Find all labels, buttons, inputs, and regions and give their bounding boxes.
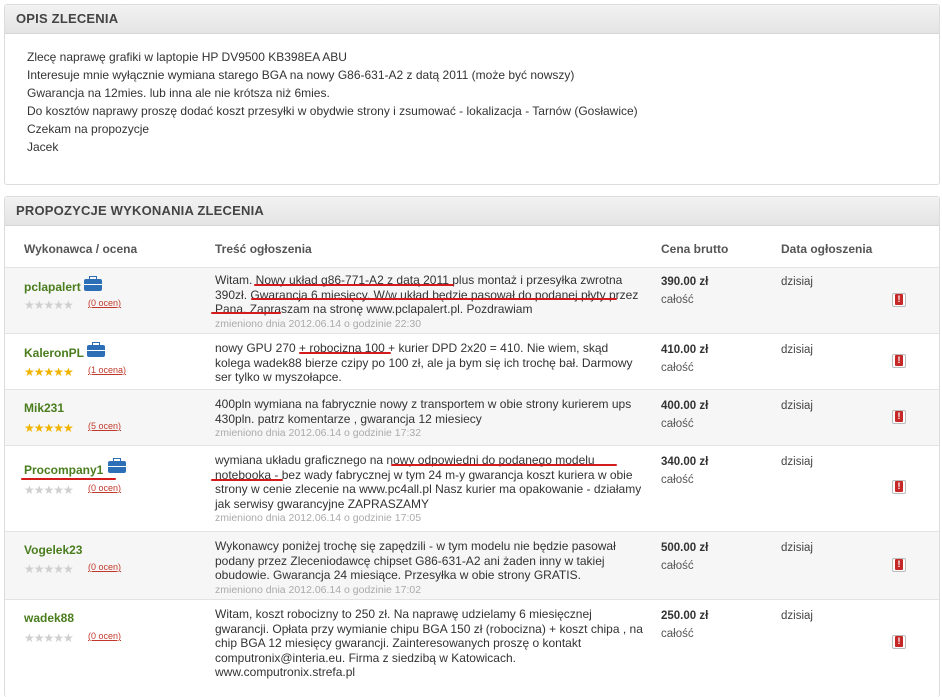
contractor-link[interactable]: Vogelek23	[24, 543, 82, 557]
offer-price: 390.00 zł	[661, 276, 709, 288]
contractor-link[interactable]: Procompany1	[24, 463, 103, 477]
briefcase-icon	[84, 276, 102, 291]
offer-edited: zmieniono dnia 2012.06.14 o godzinie 17:…	[215, 512, 422, 524]
rating-stars: ★★★★★	[24, 483, 74, 497]
report-icon[interactable]	[892, 354, 906, 368]
offer-date: dzisiaj	[781, 276, 813, 288]
rating-stars: ★★★★★	[24, 365, 74, 379]
offer-scope: całość	[661, 418, 694, 430]
header-contractor: Wykonawca / ocena	[24, 242, 138, 256]
offer-text-body: Witam, koszt robocizny to 250 zł. Na nap…	[215, 607, 643, 679]
description-line: Zlecę naprawę grafiki w laptopie HP DV95…	[27, 50, 347, 64]
rating-stars: ★★★★★	[24, 562, 74, 576]
offer-text-body: 400pln wymiana na fabrycznie nowy z tran…	[215, 397, 632, 426]
description-line: Jacek	[27, 140, 59, 154]
offer-scope: całość	[661, 474, 694, 486]
offer-edited: zmieniono dnia 2012.06.14 o godzinie 17:…	[215, 427, 422, 439]
offer-edited: zmieniono dnia 2012.06.14 o godzinie 22:…	[215, 317, 422, 330]
briefcase-icon	[87, 342, 105, 357]
description-line: Czekam na propozycje	[27, 122, 150, 136]
table-row: Vogelek23 ★★★★★ (0 ocen) Wykonawcy poniż…	[5, 531, 939, 600]
table-row: pclapalert ★★★★★ (0 ocen) Witam. Nowy uk…	[5, 267, 939, 334]
offer-text: Witam, koszt robocizny to 250 zł. Na nap…	[215, 607, 643, 680]
rating-count-link[interactable]: (0 ocen)	[88, 298, 121, 308]
offer-price: 250.00 zł	[661, 610, 709, 622]
report-icon[interactable]	[892, 635, 906, 649]
offer-date: dzisiaj	[781, 456, 813, 468]
rating-stars: ★★★★★	[24, 631, 74, 645]
offer-text-body: Wykonawcy poniżej trochę się zapędzili -…	[215, 539, 616, 582]
red-underline	[254, 284, 454, 286]
offer-price: 410.00 zł	[661, 344, 709, 356]
table-row: Procompany1 ★★★★★ (0 ocen) wymiana układ…	[5, 445, 939, 532]
red-underline	[299, 352, 391, 354]
offer-date: dzisiaj	[781, 344, 813, 356]
offer-date: dzisiaj	[781, 400, 813, 412]
offer-scope: całość	[661, 560, 694, 572]
offer-date: dzisiaj	[781, 542, 813, 554]
table-row: KaleronPL ★★★★★ (1 ocena) nowy GPU 270 +…	[5, 333, 939, 390]
red-underline	[211, 312, 281, 314]
offer-text-body: nowy GPU 270 + robocizna 100 + kurier DP…	[215, 341, 633, 384]
header-date: Data ogłoszenia	[781, 242, 873, 256]
offers-panel: PROPOZYCJE WYKONANIA ZLECENIA Wykonawca …	[4, 196, 940, 697]
offer-price: 400.00 zł	[661, 400, 709, 412]
description-body: Zlecę naprawę grafiki w laptopie HP DV95…	[5, 34, 939, 156]
header-price: Cena brutto	[661, 242, 729, 256]
header-content: Treść ogłoszenia	[215, 242, 312, 256]
rating-count-link[interactable]: (0 ocen)	[88, 562, 121, 572]
rating-stars: ★★★★★	[24, 421, 74, 435]
offer-price: 340.00 zł	[661, 456, 709, 468]
offer-scope: całość	[661, 294, 694, 306]
rating-count-link[interactable]: (0 ocen)	[88, 483, 121, 493]
red-underline	[251, 298, 617, 300]
rating-count-link[interactable]: (1 ocena)	[88, 365, 126, 375]
table-row: Mik231 ★★★★★ (5 ocen) 400pln wymiana na …	[5, 389, 939, 446]
offer-scope: całość	[661, 628, 694, 640]
report-icon[interactable]	[892, 293, 906, 307]
offer-text: Wykonawcy poniżej trochę się zapędzili -…	[215, 539, 643, 597]
report-icon[interactable]	[892, 558, 906, 572]
description-title: OPIS ZLECENIA	[5, 5, 939, 34]
table-row: wadek88 ★★★★★ (0 ocen) Witam, koszt robo…	[5, 599, 939, 696]
offers-table-header: Wykonawca / ocena Treść ogłoszenia Cena …	[5, 242, 939, 264]
report-icon[interactable]	[892, 480, 906, 494]
offers-title: PROPOZYCJE WYKONANIA ZLECENIA	[5, 197, 939, 226]
contractor-link[interactable]: Mik231	[24, 401, 64, 415]
offer-edited: zmieniono dnia 2012.06.14 o godzinie 17:…	[215, 583, 422, 596]
offer-text-body: wymiana układu graficznego na nowy odpow…	[215, 453, 642, 511]
red-underline	[21, 478, 116, 480]
offer-text: Witam. Nowy układ g86-771-A2 z datą 2011…	[215, 273, 643, 331]
rating-stars: ★★★★★	[24, 298, 74, 312]
offer-text: 400pln wymiana na fabrycznie nowy z tran…	[215, 397, 643, 441]
report-icon[interactable]	[892, 410, 906, 424]
red-underline	[211, 479, 283, 481]
contractor-link[interactable]: KaleronPL	[24, 346, 84, 360]
offer-text-body: Witam. Nowy układ g86-771-A2 z datą 2011…	[215, 273, 639, 316]
description-panel: OPIS ZLECENIA Zlecę naprawę grafiki w la…	[4, 4, 940, 185]
description-line: Do kosztów naprawy proszę dodać koszt pr…	[27, 104, 638, 118]
offer-text: nowy GPU 270 + robocizna 100 + kurier DP…	[215, 341, 643, 385]
red-underline	[391, 464, 617, 466]
rating-count-link[interactable]: (5 ocen)	[88, 421, 121, 431]
description-line: Interesuje mnie wyłącznie wymiana stareg…	[27, 68, 575, 82]
contractor-link[interactable]: pclapalert	[24, 280, 81, 294]
contractor-link[interactable]: wadek88	[24, 611, 74, 625]
offer-scope: całość	[661, 362, 694, 374]
offer-price: 500.00 zł	[661, 542, 709, 554]
offer-date: dzisiaj	[781, 610, 813, 622]
briefcase-icon	[108, 458, 126, 473]
description-line: Gwarancja na 12mies. lub inna ale nie kr…	[27, 86, 330, 100]
rating-count-link[interactable]: (0 ocen)	[88, 631, 121, 641]
